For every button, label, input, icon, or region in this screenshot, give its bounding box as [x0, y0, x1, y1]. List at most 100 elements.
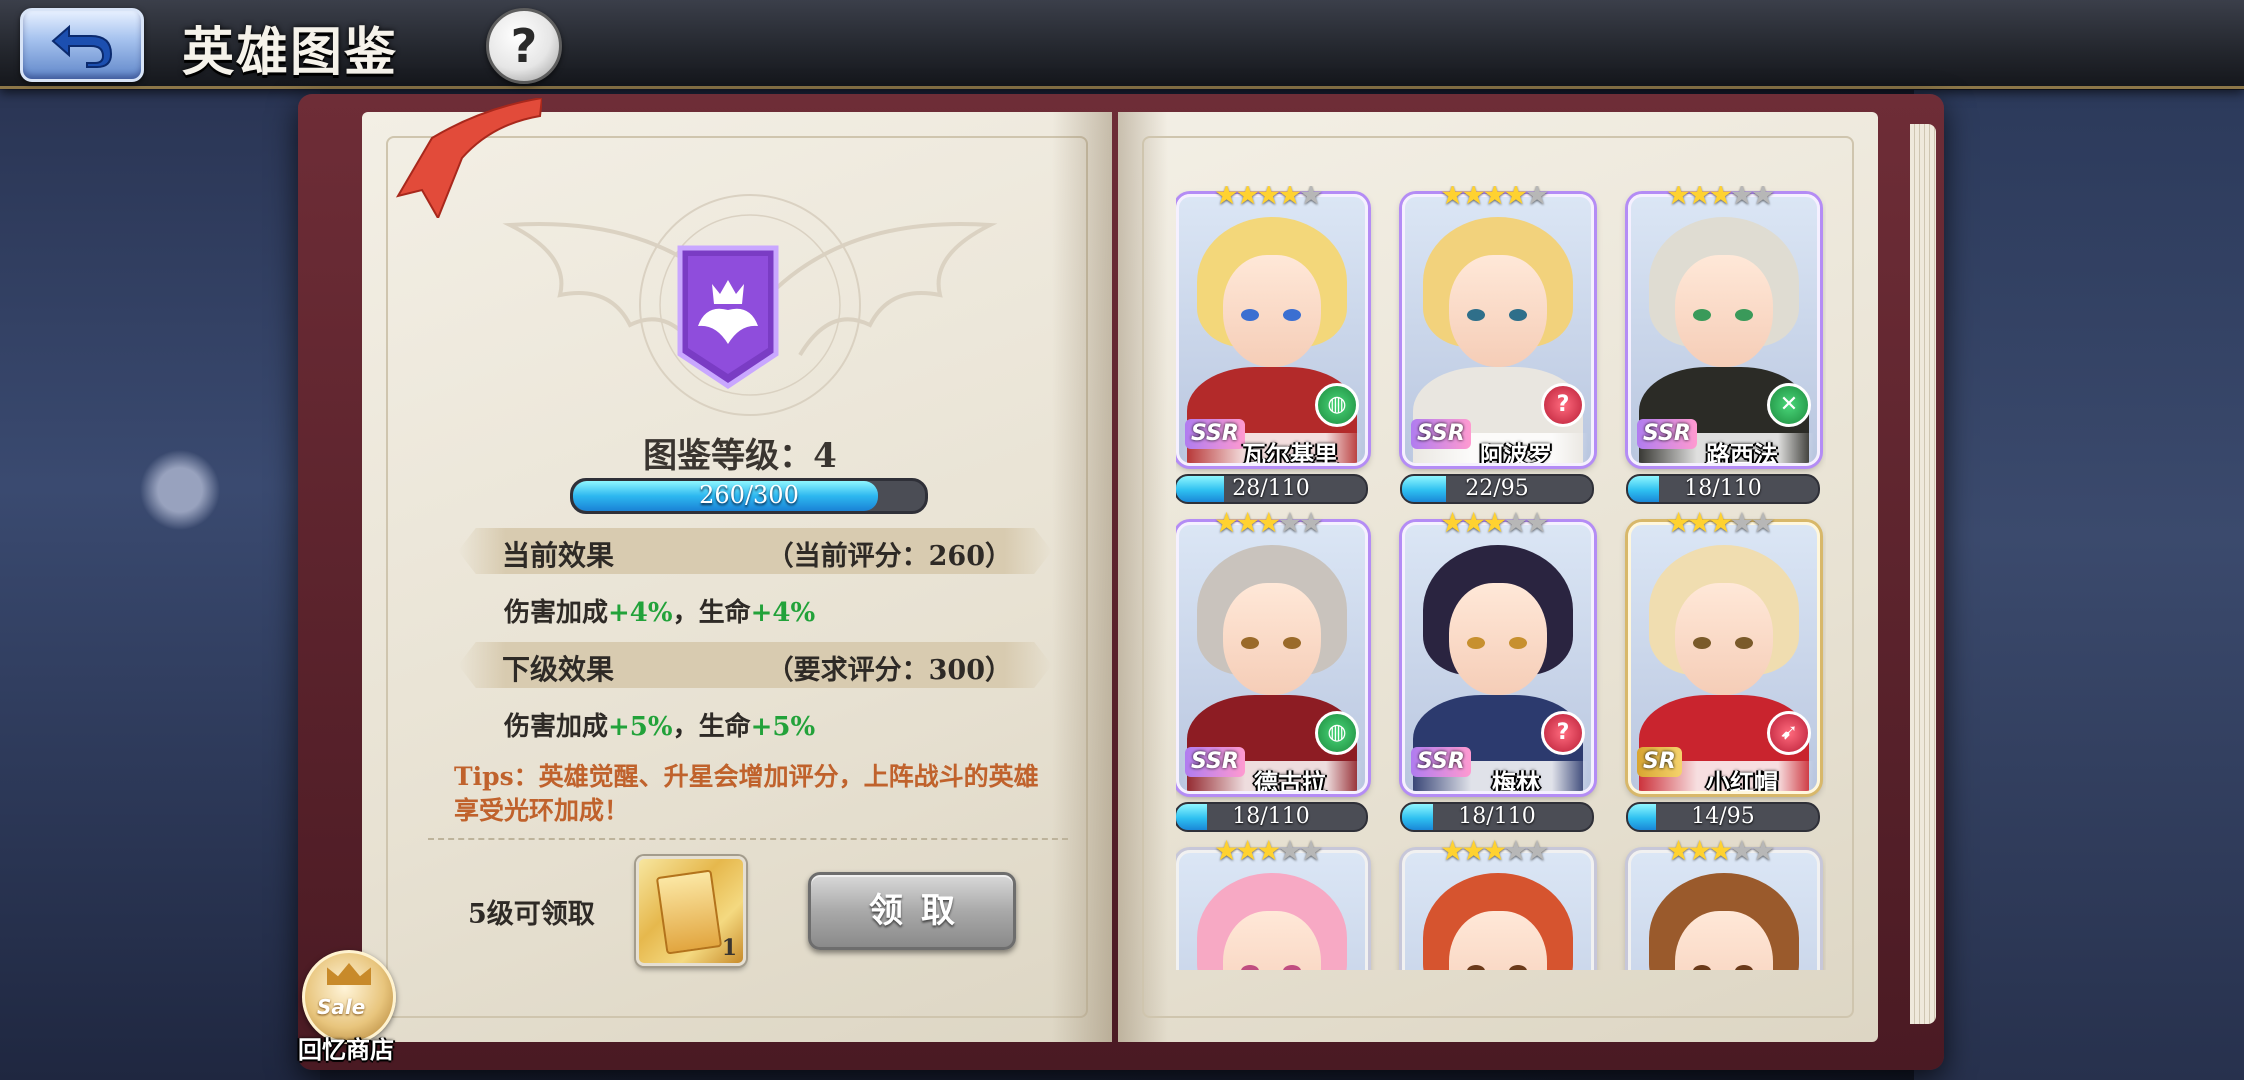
star-icon: ★	[1298, 834, 1323, 867]
memory-shop-label: 回忆商店	[298, 1035, 394, 1064]
current-effect-line: 伤害加成+4%，生命+4%	[504, 598, 816, 628]
question-class-icon: ?	[1541, 711, 1585, 755]
next-effect-header: 下级效果 （要求评分：300）	[458, 642, 1052, 688]
hero-shard-progress: 18/110	[1176, 802, 1368, 832]
hero-stars: ★★★★★	[1666, 186, 1776, 211]
star-icon: ★	[1687, 834, 1712, 867]
hero-name: 阿波罗	[1480, 440, 1552, 466]
star-icon: ★	[1503, 834, 1528, 867]
star-icon: ★	[1277, 186, 1302, 211]
codex-level: 图鉴等级：4	[643, 436, 837, 476]
memory-shop-button[interactable]: Sale 回忆商店	[292, 950, 400, 1070]
background-left	[0, 90, 320, 1080]
hero-portrait	[1402, 850, 1594, 970]
star-icon: ★	[1666, 186, 1691, 211]
star-icon: ★	[1687, 506, 1712, 539]
star-icon: ★	[1524, 834, 1549, 867]
current-score: （当前评分：260）	[766, 541, 1012, 572]
star-icon: ★	[1708, 834, 1733, 867]
star-icon: ★	[1440, 186, 1465, 211]
page-title: 英雄图鉴	[182, 22, 399, 83]
crown-icon	[327, 963, 371, 985]
claim-button[interactable]: 领取	[808, 872, 1016, 950]
background-right	[1914, 90, 2244, 1080]
hero-stars: ★★★★★	[1666, 506, 1776, 539]
next-damage-bonus: +5%	[608, 712, 673, 742]
hero-shard-progress: 28/110	[1176, 474, 1368, 504]
hero-shard-progress: 18/110	[1626, 474, 1820, 504]
star-icon: ★	[1256, 186, 1281, 211]
hero-stars: ★★★★★	[1440, 834, 1550, 867]
page-edges	[1910, 124, 1936, 1024]
star-icon: ★	[1482, 186, 1507, 211]
star-icon: ★	[1298, 506, 1323, 539]
star-icon: ★	[1708, 186, 1733, 211]
star-icon: ★	[1482, 506, 1507, 539]
next-effect-title: 下级效果	[502, 653, 615, 686]
hero-stars: ★★★★★	[1214, 186, 1324, 211]
hero-shard-progress: 14/95	[1626, 802, 1820, 832]
hero-shard-progress: 22/95	[1400, 474, 1594, 504]
star-icon: ★	[1729, 834, 1754, 867]
star-icon: ★	[1214, 186, 1239, 211]
star-icon: ★	[1708, 506, 1733, 539]
hero-portrait	[1628, 850, 1820, 970]
star-icon: ★	[1235, 186, 1260, 211]
reward-item[interactable]: 1	[636, 856, 746, 966]
reward-label: 5级可领取	[468, 899, 595, 930]
current-effect-title: 当前效果	[502, 539, 615, 572]
hero-stars: ★★★★★	[1666, 834, 1776, 867]
hero-name: 德古拉	[1254, 768, 1326, 794]
star-icon: ★	[1729, 506, 1754, 539]
hero-portrait: SSR 阿波罗?	[1402, 194, 1594, 466]
next-effect-line: 伤害加成+5%，生命+5%	[504, 712, 816, 742]
hero-portrait: SSR 梅林?	[1402, 522, 1594, 794]
hero-name: 瓦尔基里	[1242, 440, 1338, 466]
star-icon: ★	[1750, 506, 1775, 539]
hero-name: 小红帽	[1706, 768, 1778, 794]
tips-text: Tips：英雄觉醒、升星会增加评分，上阵战斗的英雄享受光环加成！	[454, 762, 1039, 825]
star-icon: ★	[1729, 186, 1754, 211]
star-icon: ★	[1256, 506, 1281, 539]
star-icon: ★	[1503, 186, 1528, 211]
hero-stars: ★★★★★	[1440, 506, 1550, 539]
hero-portrait	[1176, 850, 1368, 970]
star-icon: ★	[1298, 186, 1323, 211]
help-button[interactable]: ?	[486, 8, 562, 84]
star-icon: ★	[1235, 506, 1260, 539]
hero-shard-text: 18/110	[1232, 804, 1310, 829]
star-icon: ★	[1482, 834, 1507, 867]
next-hp-bonus: +5%	[750, 712, 816, 742]
current-effect-header: 当前效果 （当前评分：260）	[458, 528, 1052, 574]
hero-name: 路西法	[1706, 440, 1778, 466]
hero-shard-text: 22/95	[1465, 476, 1529, 501]
bow-icon: ➹	[1767, 711, 1811, 755]
star-icon: ★	[1687, 186, 1712, 211]
hero-stars: ★★★★★	[1214, 506, 1324, 539]
back-arrow-icon	[51, 24, 113, 68]
hero-shard-text: 28/110	[1232, 476, 1310, 501]
required-score: （要求评分：300）	[766, 655, 1012, 686]
hero-name: 梅林	[1492, 768, 1540, 794]
divider	[428, 838, 1068, 840]
current-damage-bonus: +4%	[608, 598, 673, 628]
hero-shard-text: 14/95	[1691, 804, 1755, 829]
hero-shard-text: 18/110	[1458, 804, 1536, 829]
shield-icon: ◍	[1315, 383, 1359, 427]
crossed-swords-icon: ✕	[1767, 383, 1811, 427]
back-button[interactable]	[20, 8, 144, 82]
star-icon: ★	[1235, 834, 1260, 867]
question-class-icon: ?	[1541, 383, 1585, 427]
shield-icon: ◍	[1315, 711, 1359, 755]
reward-quantity: 1	[721, 935, 737, 961]
hero-grid[interactable]: SSR 瓦尔基里 ◍ ★★★★★ 28/110 SSR 阿波罗? ★★★★★ 22/95 …	[1176, 186, 1826, 970]
hero-portrait: SR 小红帽 ➹	[1628, 522, 1820, 794]
star-icon: ★	[1440, 506, 1465, 539]
hero-shard-progress: 18/110	[1400, 802, 1594, 832]
star-icon: ★	[1461, 186, 1486, 211]
star-icon: ★	[1277, 834, 1302, 867]
codex-rank-emblem	[677, 245, 779, 390]
hero-portrait: SSR 瓦尔基里 ◍	[1176, 194, 1368, 466]
hero-stars: ★★★★★	[1440, 186, 1550, 211]
star-icon: ★	[1524, 186, 1549, 211]
